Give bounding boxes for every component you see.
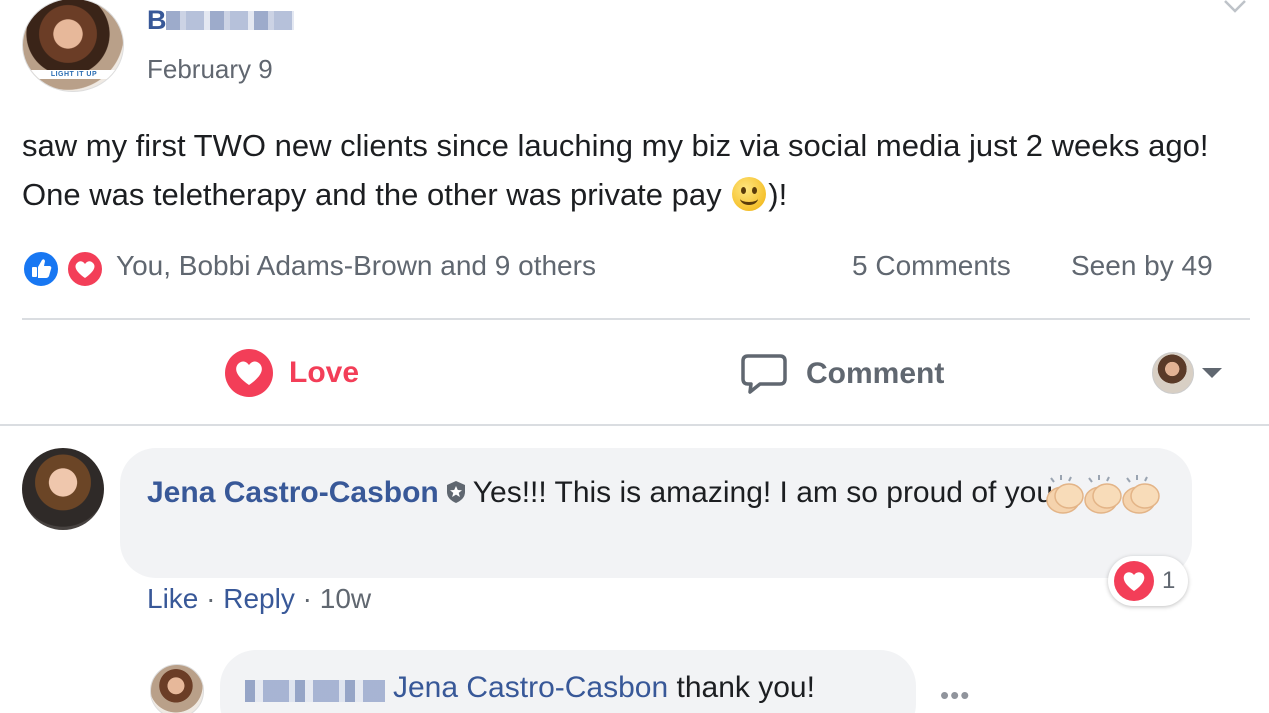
love-icon: [225, 349, 273, 397]
comment-button-label: Comment: [806, 357, 945, 390]
author-name-blurred: [166, 11, 294, 30]
love-button[interactable]: Love: [225, 348, 385, 398]
more-options-icon[interactable]: •••: [940, 680, 970, 711]
post-text: saw my first TWO new clients since lauch…: [22, 121, 1252, 219]
reaction-icons[interactable]: [22, 250, 106, 288]
clapping-hands-icon: [1122, 475, 1160, 514]
speech-bubble-icon: [741, 354, 787, 394]
reaction-count: 1: [1162, 567, 1176, 594]
comment-author[interactable]: Jena Castro-Casbon: [147, 476, 439, 509]
post-date[interactable]: February 9: [147, 54, 273, 85]
smiley-face-icon: [732, 177, 767, 211]
love-icon: [66, 250, 104, 288]
seen-by-count[interactable]: Seen by 49: [1071, 250, 1213, 282]
author-avatar[interactable]: LIGHT IT UP: [22, 0, 124, 92]
avatar-logo-text: LIGHT IT UP: [31, 70, 117, 79]
reply-author-avatar[interactable]: [150, 664, 204, 713]
comment-actions: Like · Reply · 10w: [147, 583, 371, 615]
comment-timestamp[interactable]: 10w: [320, 583, 371, 614]
post-text-body: saw my first TWO new clients since lauch…: [22, 128, 1209, 212]
avatar: [1152, 352, 1194, 394]
divider: [22, 318, 1250, 320]
comment-button[interactable]: Comment: [740, 350, 980, 398]
like-link[interactable]: Like: [147, 583, 198, 614]
reactions-summary: You, Bobbi Adams-Brown and 9 others 5 Co…: [22, 248, 1250, 288]
reply-text: thank you!: [668, 671, 815, 704]
reaction-names[interactable]: You, Bobbi Adams-Brown and 9 others: [116, 250, 596, 282]
comments-count[interactable]: 5 Comments: [852, 250, 1011, 282]
separator: ·: [294, 583, 320, 614]
reply-link[interactable]: Reply: [223, 583, 295, 614]
love-button-label: Love: [289, 356, 360, 389]
post-as-selector[interactable]: [1152, 350, 1232, 396]
reply-mention[interactable]: Jena Castro-Casbon: [393, 671, 668, 704]
love-icon: [1114, 561, 1154, 601]
comment-reaction-count[interactable]: 1: [1108, 556, 1188, 606]
divider: [0, 424, 1269, 426]
reply-body: Jena Castro-Casbon thank you!: [393, 671, 815, 705]
post-text-tail: )!: [768, 177, 788, 212]
comment-body: Jena Castro-Casbon Yes!!! This is amazin…: [147, 470, 1177, 516]
commenter-avatar[interactable]: [22, 448, 104, 530]
moderator-badge-icon: [446, 481, 465, 503]
reply-author-blurred[interactable]: [245, 680, 385, 702]
caret-down-icon: [1202, 368, 1222, 378]
feed-post: LIGHT IT UP B February 9 saw my first TW…: [0, 0, 1269, 713]
like-icon: [22, 250, 60, 288]
comment-text: Yes!!! This is amazing! I am so proud of…: [472, 476, 1054, 509]
separator: ·: [198, 583, 224, 614]
author-name[interactable]: B: [147, 5, 167, 36]
chevron-down-icon[interactable]: [1222, 0, 1248, 18]
